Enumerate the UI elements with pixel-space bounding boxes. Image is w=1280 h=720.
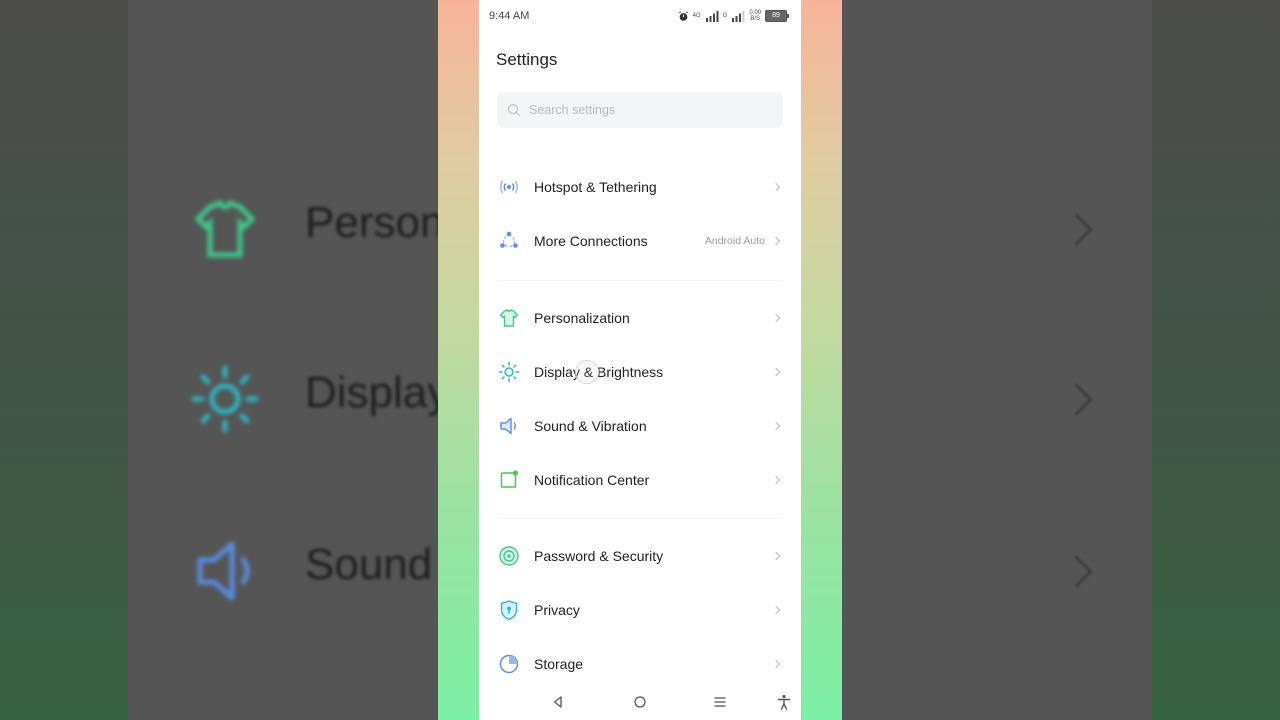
accessibility-icon[interactable] (775, 693, 793, 711)
settings-item-personalization[interactable]: Personalization (479, 291, 801, 345)
shirt-icon (498, 307, 520, 329)
phone-frame: 9:44 AM 4G G 0.00 B/S 89 Settings Search… (438, 0, 842, 720)
sun-icon (498, 361, 520, 383)
settings-item-label: Personalization (534, 310, 630, 326)
settings-item-label: Sound & Vibration (534, 418, 647, 434)
network-speed: 0.00 B/S (749, 10, 761, 22)
settings-item-label: Privacy (534, 602, 580, 618)
chevron-right-icon (771, 236, 781, 246)
background-label-personalization: Person (305, 198, 445, 247)
connections-icon (498, 230, 520, 252)
chevron-right-icon (771, 605, 781, 615)
chevron-right-icon (771, 367, 781, 377)
background-left-panel (0, 0, 128, 720)
chevron-right-icon (771, 182, 781, 192)
alarm-icon (678, 10, 688, 21)
network-speed-unit: B/S (750, 16, 760, 22)
background-right-panel (1152, 0, 1280, 720)
background-speaker-icon (190, 536, 260, 606)
settings-screen: 9:44 AM 4G G 0.00 B/S 89 Settings Search… (479, 0, 801, 720)
background-shirt-icon (190, 195, 260, 265)
settings-item-privacy[interactable]: Privacy (479, 583, 801, 637)
network-type-label-2: G (722, 13, 728, 19)
security-icon (498, 545, 520, 567)
back-icon[interactable] (549, 693, 567, 711)
signal-icon (705, 11, 719, 22)
navigation-bar (479, 684, 801, 720)
settings-item-value: Android Auto (704, 235, 765, 247)
settings-item-label: Storage (534, 656, 584, 672)
group-divider (497, 280, 783, 281)
settings-item-label: Notification Center (534, 472, 650, 488)
battery-icon: 89 (765, 10, 789, 22)
status-bar: 9:44 AM 4G G 0.00 B/S 89 (479, 0, 801, 32)
chevron-right-icon (771, 313, 781, 323)
settings-item-sound-vibration[interactable]: Sound & Vibration (479, 399, 801, 453)
network-type-label: 4G (692, 13, 701, 19)
settings-item-label: Password & Security (534, 548, 664, 564)
search-placeholder: Search settings (529, 103, 616, 117)
settings-item-display-brightness[interactable]: Display & Brightness (479, 345, 801, 399)
status-icons: 4G G 0.00 B/S 89 (678, 9, 789, 23)
touch-indicator (575, 360, 599, 384)
status-time: 9:44 AM (489, 10, 530, 22)
storage-icon (498, 653, 520, 675)
settings-item-notification-center[interactable]: Notification Center (479, 453, 801, 507)
background-label-sound: Sound (305, 540, 433, 589)
notification-icon (498, 469, 520, 491)
settings-item-label: More Connections (534, 233, 648, 249)
chevron-right-icon (771, 475, 781, 485)
home-icon[interactable] (631, 693, 649, 711)
chevron-right-icon (771, 551, 781, 561)
settings-item-label: Hotspot & Tethering (534, 179, 657, 195)
settings-item-storage[interactable]: Storage (479, 637, 801, 691)
hotspot-icon (498, 176, 520, 198)
settings-item-password-security[interactable]: Password & Security (479, 529, 801, 583)
signal-icon (732, 11, 745, 22)
search-icon (507, 103, 520, 116)
chevron-right-icon (771, 421, 781, 431)
chevron-right-icon (771, 659, 781, 669)
settings-item-hotspot[interactable]: Hotspot & Tethering (479, 160, 801, 214)
background-label-display: Display (305, 368, 450, 417)
group-divider (497, 518, 783, 519)
search-input[interactable]: Search settings (497, 92, 783, 128)
settings-item-more-connections[interactable]: More Connections Android Auto (479, 214, 801, 268)
page-title: Settings (496, 50, 558, 69)
recents-menu-icon[interactable] (711, 693, 729, 711)
background-sun-icon (190, 364, 260, 434)
speaker-icon (498, 415, 520, 437)
shield-icon (498, 599, 520, 621)
